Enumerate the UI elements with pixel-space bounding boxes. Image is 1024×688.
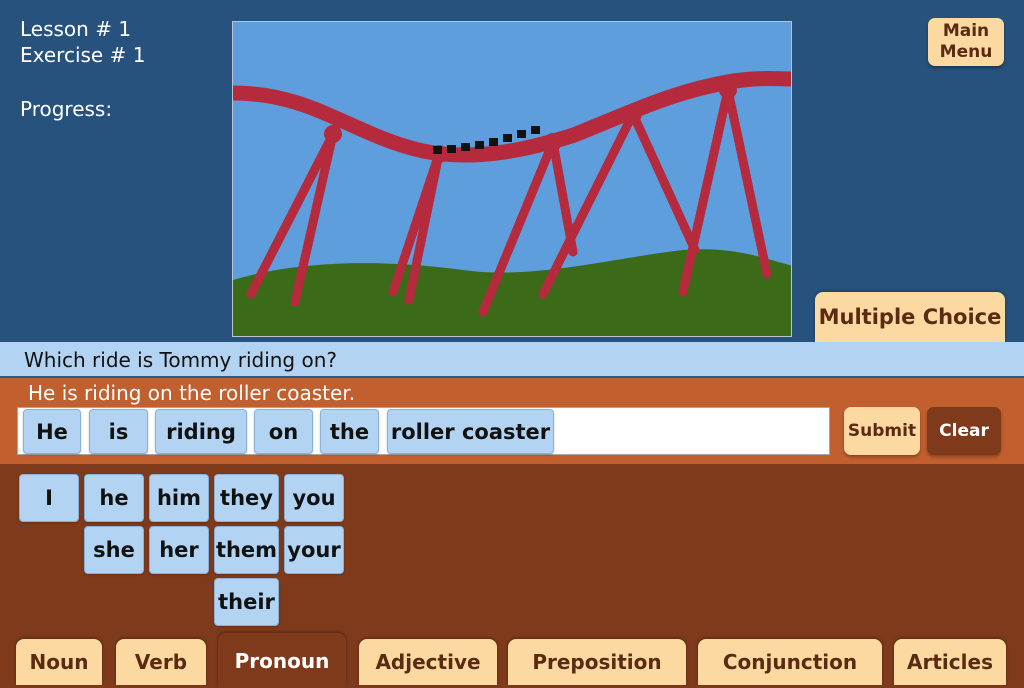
roller-coaster-picture xyxy=(232,21,792,337)
word-tile[interactable]: your xyxy=(284,526,344,574)
word-tile[interactable]: she xyxy=(84,526,144,574)
word-tile[interactable]: I xyxy=(19,474,79,522)
exercise-label: Exercise # 1 xyxy=(20,43,146,67)
tab-preposition[interactable]: Preposition xyxy=(508,639,686,685)
answer-word[interactable]: the xyxy=(320,409,379,454)
tab-pronoun[interactable]: Pronoun xyxy=(218,633,346,688)
submit-button[interactable]: Submit xyxy=(844,407,920,455)
word-tile[interactable]: they xyxy=(214,474,279,522)
answer-input[interactable]: He is riding on the roller coaster xyxy=(17,407,830,455)
answer-word[interactable]: roller coaster xyxy=(387,409,554,454)
progress-label: Progress: xyxy=(20,97,113,121)
answer-word[interactable]: riding xyxy=(155,409,247,454)
answer-word[interactable]: on xyxy=(254,409,313,454)
tab-noun[interactable]: Noun xyxy=(16,639,102,685)
main-menu-button[interactable]: Main Menu xyxy=(928,18,1004,66)
word-tile[interactable]: their xyxy=(214,578,279,626)
answer-hint: He is riding on the roller coaster. xyxy=(28,381,356,405)
tab-verb[interactable]: Verb xyxy=(116,639,206,685)
answer-word[interactable]: is xyxy=(89,409,148,454)
word-tile[interactable]: you xyxy=(284,474,344,522)
word-tile[interactable]: him xyxy=(149,474,209,522)
tab-adjective[interactable]: Adjective xyxy=(359,639,497,685)
multiple-choice-button[interactable]: Multiple Choice xyxy=(815,292,1005,342)
tab-conjunction[interactable]: Conjunction xyxy=(698,639,882,685)
word-tile[interactable]: he xyxy=(84,474,144,522)
clear-button[interactable]: Clear xyxy=(927,407,1001,455)
tab-articles[interactable]: Articles xyxy=(894,639,1006,685)
answer-word[interactable]: He xyxy=(23,409,81,454)
word-tile[interactable]: them xyxy=(214,526,279,574)
lesson-label: Lesson # 1 xyxy=(20,17,132,41)
question-text: Which ride is Tommy riding on? xyxy=(0,342,1024,378)
word-tile[interactable]: her xyxy=(149,526,209,574)
